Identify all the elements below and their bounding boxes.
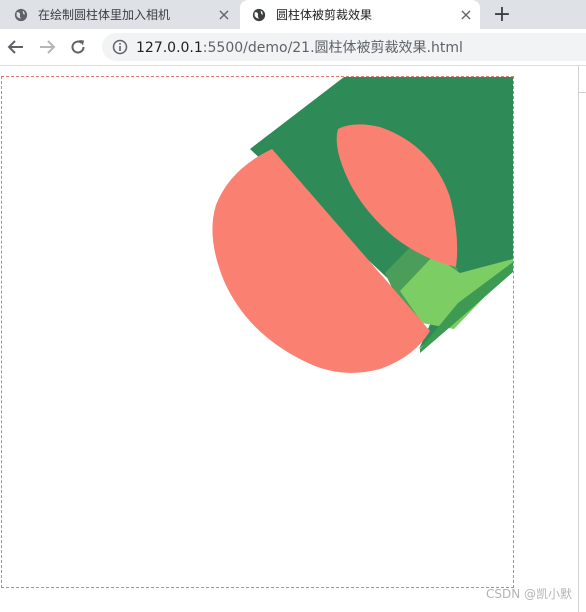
browser-window: 在绘制圆柱体里加入相机 × 圆柱体被剪裁效果 × + 127.0.0.1:550… [0, 0, 586, 612]
forward-arrow-icon [40, 40, 56, 54]
globe-icon [252, 8, 266, 21]
back-arrow-icon [7, 40, 23, 54]
address-bar[interactable]: 127.0.0.1:5500/demo/21.圆柱体被剪裁效果.html [102, 33, 586, 61]
watermark: CSDN @凯小默 [485, 587, 572, 601]
url-text: 127.0.0.1:5500/demo/21.圆柱体被剪裁效果.html [136, 37, 463, 57]
reload-button[interactable] [66, 35, 90, 59]
url-path: :5500/demo/21.圆柱体被剪裁效果.html [202, 40, 463, 56]
close-icon[interactable]: × [210, 5, 238, 24]
tab-title: 在绘制圆柱体里加入相机 [38, 8, 171, 22]
clipped-cylinder-render [212, 77, 513, 373]
browser-toolbar: 127.0.0.1:5500/demo/21.圆柱体被剪裁效果.html [0, 29, 586, 66]
info-icon[interactable] [112, 39, 128, 55]
webgl-canvas [1, 76, 514, 588]
forward-button[interactable] [35, 35, 59, 59]
page-viewport: CSDN @凯小默 [0, 66, 586, 612]
close-icon[interactable]: × [452, 5, 480, 24]
tab-strip: 在绘制圆柱体里加入相机 × 圆柱体被剪裁效果 × + [0, 0, 586, 29]
tab-cylinder-clipping[interactable]: 圆柱体被剪裁效果 × [240, 0, 480, 29]
url-host: 127.0.0.1 [136, 40, 203, 56]
tab-title: 圆柱体被剪裁效果 [276, 8, 373, 22]
globe-icon [14, 8, 28, 21]
reload-icon [71, 40, 85, 54]
viewport-divider [578, 66, 579, 612]
new-tab-button[interactable]: + [488, 0, 516, 29]
viewport-divider-stub [579, 92, 586, 93]
tab-cylinder-camera[interactable]: 在绘制圆柱体里加入相机 × [0, 0, 238, 29]
back-button[interactable] [4, 35, 28, 59]
